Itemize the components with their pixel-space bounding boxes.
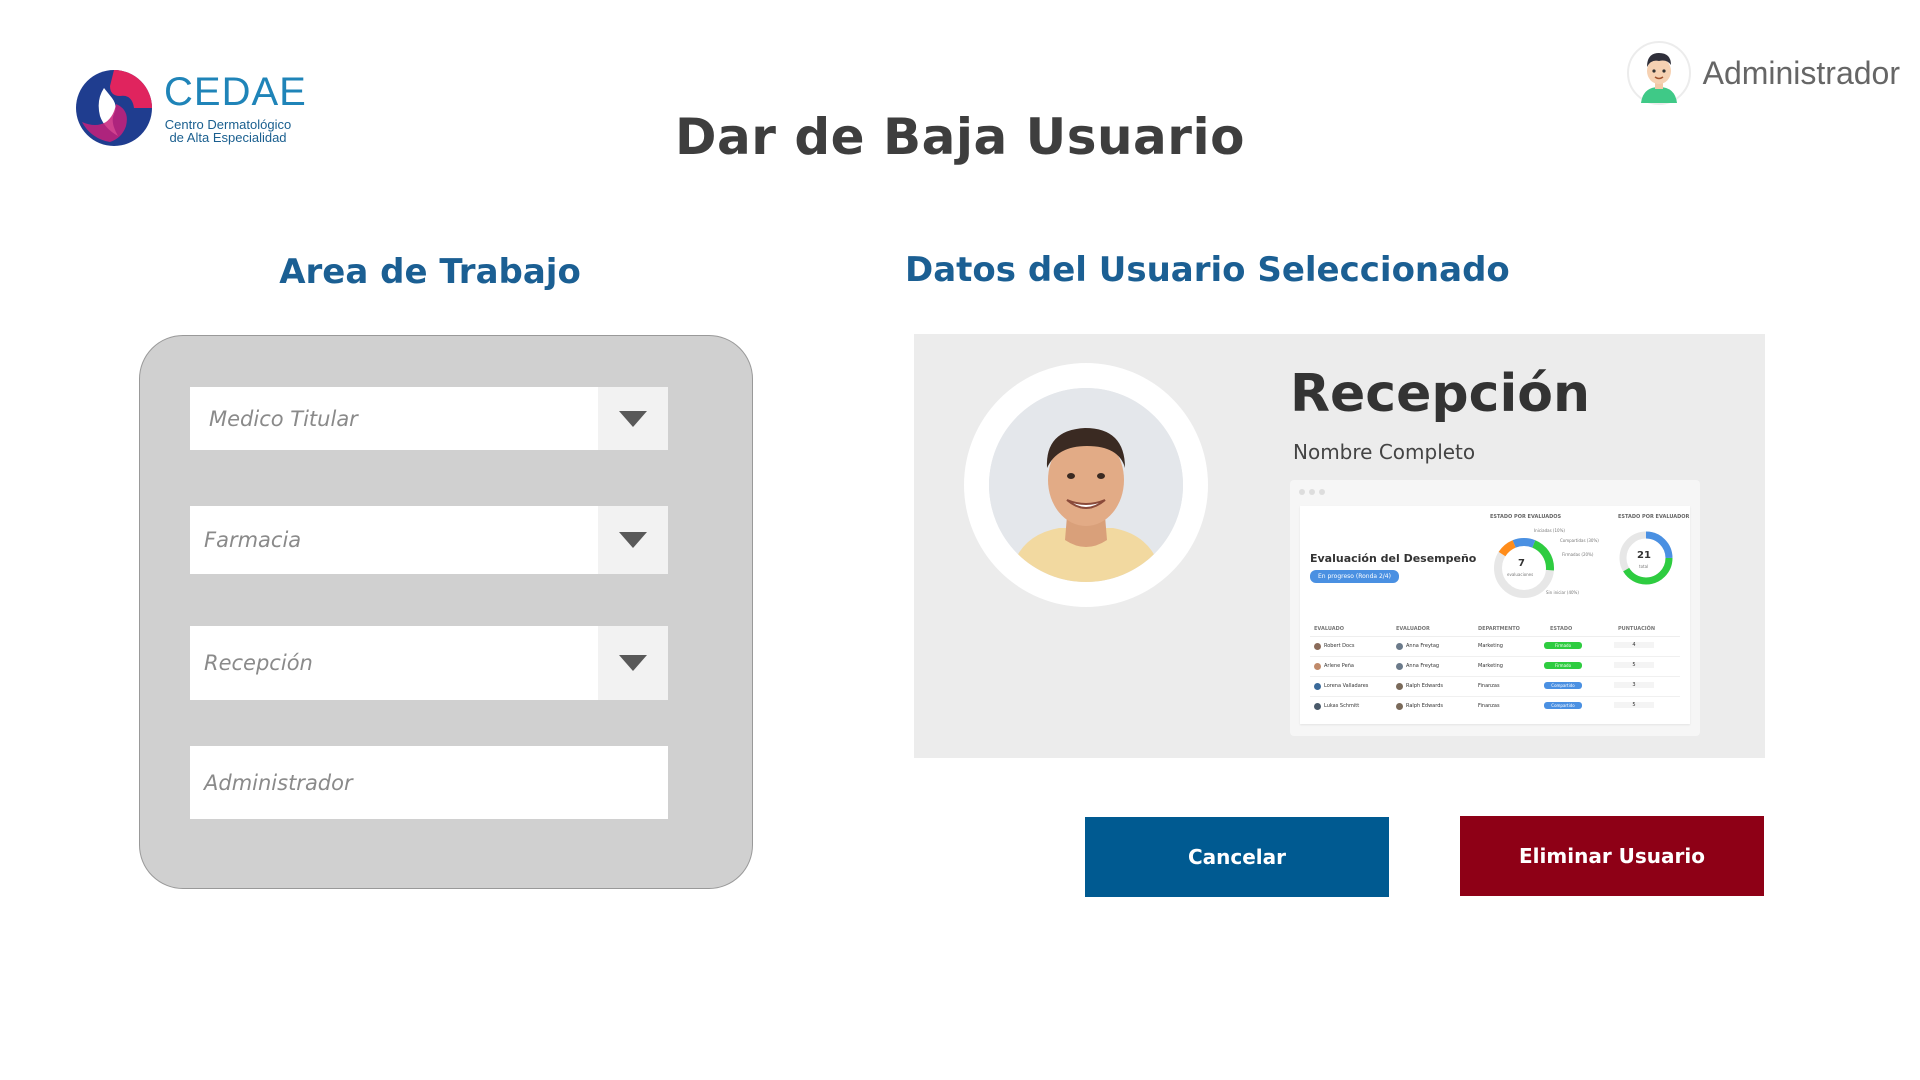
area-select-recepcion[interactable]: Recepción xyxy=(190,626,668,700)
cell-puntuacion: 3 xyxy=(1614,682,1654,688)
avatar xyxy=(1396,643,1403,650)
area-field-administrador[interactable]: Administrador xyxy=(190,746,668,819)
window-dots-icon xyxy=(1299,489,1325,495)
user-card: Recepción Nombre Completo Evaluación del… xyxy=(914,334,1765,758)
avatar xyxy=(1314,683,1321,690)
chart2-value: 21 xyxy=(1637,550,1651,561)
legend-sin-iniciar: Sin iniciar (40%) xyxy=(1546,590,1579,595)
status-badge: Firmado xyxy=(1544,662,1582,669)
dashboard-panel: Evaluación del Desempeño En progreso (Ro… xyxy=(1300,506,1690,724)
page-title: Dar de Baja Usuario xyxy=(675,108,1245,166)
evaluation-table: EVALUADO EVALUADOR DEPARTMENTO ESTADO PU… xyxy=(1310,624,1680,716)
table-row: Lukas Schmitt Ralph Edwards Finanzas Com… xyxy=(1310,697,1680,716)
avatar xyxy=(1314,703,1321,710)
cell-evaluador: Ralph Edwards xyxy=(1406,703,1443,709)
cell-departamento: Marketing xyxy=(1478,643,1503,649)
user-name: Administrador xyxy=(1702,54,1900,91)
chart1-value: 7 xyxy=(1518,558,1525,569)
cell-evaluado: Lorena Valladares xyxy=(1324,683,1369,689)
status-badge: Firmado xyxy=(1544,642,1582,649)
avatar xyxy=(1396,663,1403,670)
table-row: Lorena Valladares Ralph Edwards Finanzas… xyxy=(1310,677,1680,697)
legend-iniciadas: Iniciadas (10%) xyxy=(1534,528,1565,533)
chart2-header: ESTADO POR EVALUADOR xyxy=(1618,514,1690,520)
area-panel: Medico Titular Farmacia Recepción Admini… xyxy=(139,335,753,889)
legend-firmadas: Firmadas (20%) xyxy=(1562,552,1594,557)
chart2-label: total xyxy=(1639,564,1649,569)
status-badge: Compartido xyxy=(1544,702,1582,709)
area-select-medico-titular[interactable]: Medico Titular xyxy=(190,387,668,450)
chart1-label: evaluaciones xyxy=(1507,572,1534,577)
table-row: Arlene Peña Anna Freytag Marketing Firma… xyxy=(1310,657,1680,677)
area-select-value: Recepción xyxy=(204,651,313,675)
progress-badge: En progreso (Ronda 2/4) xyxy=(1310,570,1399,583)
table-header: EVALUADO EVALUADOR DEPARTMENTO ESTADO PU… xyxy=(1310,624,1680,637)
area-select-farmacia[interactable]: Farmacia xyxy=(190,506,668,574)
dropdown-button[interactable] xyxy=(598,506,668,574)
col-departamento: DEPARTMENTO xyxy=(1478,626,1520,632)
cell-evaluador: Anna Freytag xyxy=(1406,643,1440,649)
user-photo xyxy=(989,388,1183,582)
cell-puntuacion: 5 xyxy=(1614,702,1654,708)
area-select-value: Medico Titular xyxy=(209,406,358,431)
full-name-label: Nombre Completo xyxy=(1293,440,1476,464)
cell-departamento: Marketing xyxy=(1478,663,1503,669)
cell-departamento: Finanzas xyxy=(1478,683,1500,689)
user-photo-icon xyxy=(989,388,1183,582)
chart1-header: ESTADO POR EVALUADOS xyxy=(1490,514,1562,520)
col-estado: ESTADO xyxy=(1550,626,1573,632)
area-select-value: Farmacia xyxy=(204,528,302,552)
area-field-value: Administrador xyxy=(204,770,353,795)
chevron-down-icon xyxy=(619,410,647,427)
area-title: Area de Trabajo xyxy=(279,252,581,292)
col-evaluado: EVALUADO xyxy=(1314,626,1344,632)
photo-ring xyxy=(964,363,1208,607)
avatar xyxy=(1396,703,1403,710)
dashboard-title: Evaluación del Desempeño xyxy=(1310,552,1477,565)
dropdown-button[interactable] xyxy=(598,626,668,700)
avatar xyxy=(1314,663,1321,670)
dropdown-button[interactable] xyxy=(598,387,668,450)
datos-title: Datos del Usuario Seleccionado xyxy=(905,250,1510,290)
cell-evaluado: Arlene Peña xyxy=(1324,663,1354,669)
user-menu[interactable]: Administrador xyxy=(1626,40,1900,106)
avatar xyxy=(1396,683,1403,690)
cell-puntuacion: 5 xyxy=(1614,662,1654,668)
table-row: Robert Docs Anna Freytag Marketing Firma… xyxy=(1310,637,1680,657)
cell-departamento: Finanzas xyxy=(1478,703,1500,709)
cancel-button[interactable]: Cancelar xyxy=(1085,817,1389,897)
delete-user-button[interactable]: Eliminar Usuario xyxy=(1460,816,1764,896)
chevron-down-icon xyxy=(619,532,647,548)
user-avatar-icon xyxy=(1626,41,1691,105)
user-role: Recepción xyxy=(1290,364,1591,424)
cell-evaluador: Anna Freytag xyxy=(1406,663,1440,669)
col-evaluador: EVALUADOR xyxy=(1396,626,1430,632)
status-badge: Compartido xyxy=(1544,682,1582,689)
avatar xyxy=(1314,643,1321,650)
dashboard-preview: Evaluación del Desempeño En progreso (Ro… xyxy=(1290,480,1700,736)
col-puntuacion: PUNTUACIÓN xyxy=(1618,626,1656,632)
chevron-down-icon xyxy=(619,655,647,671)
legend-compartidas: Compartidas (30%) xyxy=(1560,538,1599,543)
cell-evaluador: Ralph Edwards xyxy=(1406,683,1443,689)
cell-evaluado: Robert Docs xyxy=(1324,643,1355,649)
cell-puntuacion: 4 xyxy=(1614,642,1654,648)
cell-evaluado: Lukas Schmitt xyxy=(1324,703,1360,709)
